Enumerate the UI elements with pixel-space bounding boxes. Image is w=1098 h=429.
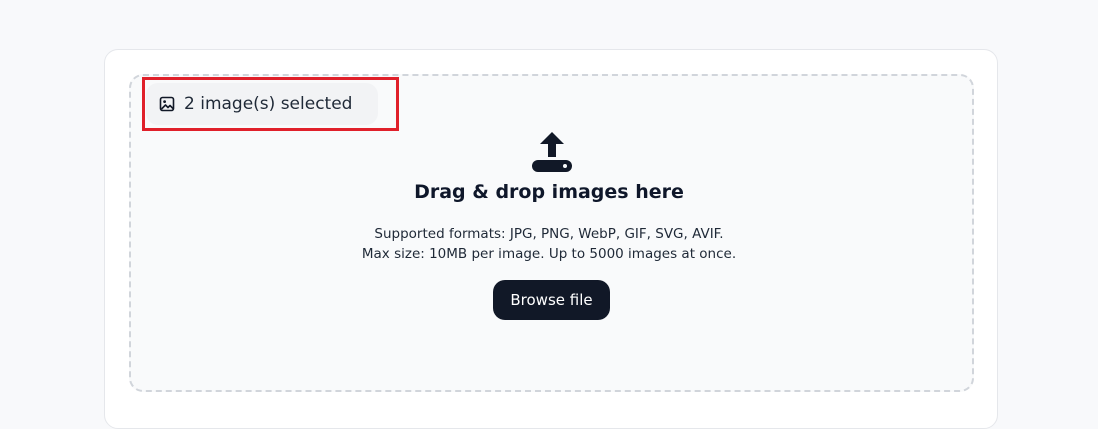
- supported-formats-text: Supported formats: JPG, PNG, WebP, GIF, …: [374, 226, 724, 242]
- image-icon: [158, 95, 176, 113]
- upload-icon: [530, 130, 574, 174]
- selected-count-badge: 2 image(s) selected: [146, 83, 378, 125]
- browse-file-button[interactable]: Browse file: [493, 280, 610, 320]
- dropzone-title: Drag & drop images here: [414, 181, 684, 203]
- selected-count-label: 2 image(s) selected: [184, 94, 353, 114]
- size-limit-text: Max size: 10MB per image. Up to 5000 ima…: [361, 246, 737, 262]
